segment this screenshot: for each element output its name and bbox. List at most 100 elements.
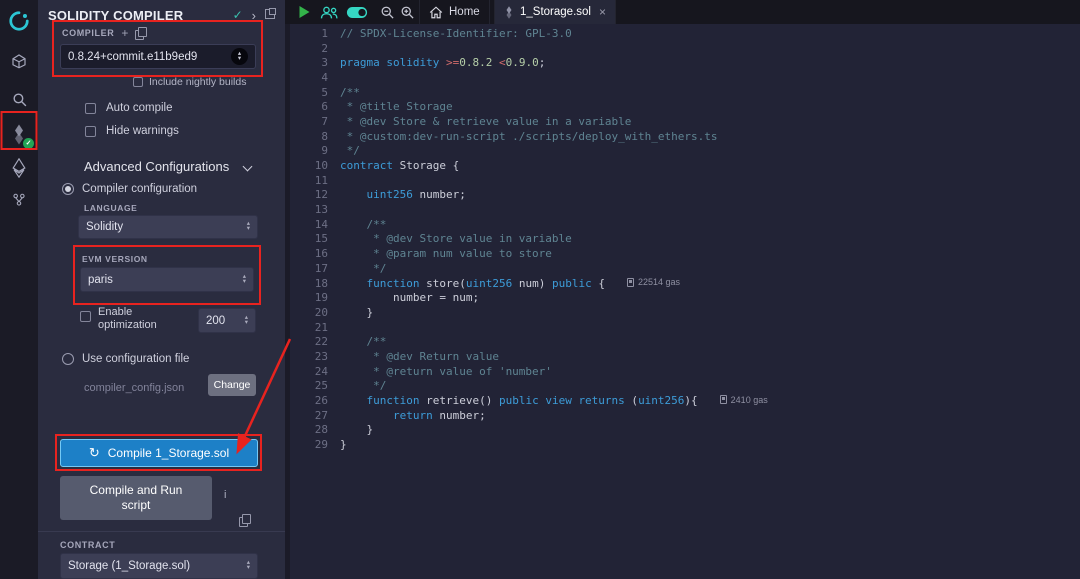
code-line[interactable]: 25 */ <box>290 379 1080 394</box>
enable-optimization-label: Enable optimization <box>98 306 184 332</box>
code-line[interactable]: 13 <box>290 202 1080 217</box>
pin-panel-icon[interactable] <box>265 6 275 24</box>
auto-compile-row: Auto compile <box>85 102 172 114</box>
line-number: 17 <box>290 262 340 275</box>
check-icon: ✓ <box>233 8 243 22</box>
stepper-icon: ▴▾ <box>247 561 250 570</box>
code-line[interactable]: 11 <box>290 173 1080 188</box>
code-line[interactable]: 27 return number; <box>290 408 1080 423</box>
tab-home[interactable]: Home <box>419 0 490 24</box>
copy-script-icon[interactable] <box>239 514 250 526</box>
chevron-right-icon[interactable]: › <box>252 8 256 23</box>
workspace-icon[interactable] <box>0 46 38 76</box>
refresh-icon: ↻ <box>89 445 100 461</box>
nightly-builds-row: Include nightly builds <box>133 76 246 88</box>
close-tab-icon[interactable]: × <box>599 5 606 19</box>
code-line[interactable]: 21 <box>290 320 1080 335</box>
code-line[interactable]: 10contract Storage { <box>290 158 1080 173</box>
chevron-down-icon[interactable] <box>243 162 253 172</box>
line-number: 23 <box>290 350 340 363</box>
contract-value: Storage (1_Storage.sol) <box>68 560 247 572</box>
code-line[interactable]: 1// SPDX-License-Identifier: GPL-3.0 <box>290 26 1080 41</box>
zoom-in-icon[interactable] <box>397 0 417 24</box>
toggle-icon[interactable] <box>344 0 370 24</box>
advanced-configurations-title[interactable]: Advanced Configurations <box>84 159 229 174</box>
line-number: 13 <box>290 203 340 216</box>
line-number: 20 <box>290 306 340 319</box>
code-line[interactable]: 3pragma solidity >=0.8.2 <0.9.0; <box>290 55 1080 70</box>
optimization-runs-stepper[interactable]: 200 ▴▾ <box>198 308 256 333</box>
hide-warnings-label: Hide warnings <box>106 125 179 137</box>
gas-pump-icon <box>720 395 727 404</box>
code-line[interactable]: 17 */ <box>290 261 1080 276</box>
code-line[interactable]: 7 * @dev Store & retrieve value in a var… <box>290 114 1080 129</box>
include-nightly-checkbox[interactable] <box>133 77 143 87</box>
compiler-configuration-radio[interactable] <box>62 183 74 195</box>
zoom-out-icon[interactable] <box>377 0 397 24</box>
line-number: 12 <box>290 188 340 201</box>
line-number: 27 <box>290 409 340 422</box>
use-configuration-file-row: Use configuration file <box>62 353 189 365</box>
tab-1-storage-sol[interactable]: 1_Storage.sol × <box>494 0 616 24</box>
copy-version-icon[interactable] <box>135 27 146 39</box>
code-line[interactable]: 12 uint256 number; <box>290 188 1080 203</box>
deploy-run-icon[interactable] <box>0 153 38 183</box>
stepper-icon: ▴▾ <box>245 316 248 325</box>
code-line[interactable]: 29} <box>290 437 1080 452</box>
code-line[interactable]: 19 number = num; <box>290 290 1080 305</box>
code-line[interactable]: 2 <box>290 41 1080 56</box>
evm-version-value: paris <box>88 274 243 286</box>
code-line[interactable]: 22 /** <box>290 334 1080 349</box>
language-select[interactable]: Solidity ▴▾ <box>78 215 258 239</box>
run-script-icon[interactable] <box>295 0 313 24</box>
enable-optimization-checkbox[interactable] <box>80 311 91 322</box>
code-line[interactable]: 18 function store(uint256 num) public {2… <box>290 276 1080 291</box>
code-line[interactable]: 20 } <box>290 305 1080 320</box>
hide-warnings-checkbox[interactable] <box>85 126 96 137</box>
version-stepper-icon[interactable]: ▴▾ <box>231 48 248 65</box>
solidity-compiler-icon[interactable]: ✓ <box>0 119 38 149</box>
code-line[interactable]: 16 * @param num value to store <box>290 246 1080 261</box>
compiler-version-select[interactable]: 0.8.24+commit.e11b9ed9 ▴▾ <box>60 44 256 69</box>
line-number: 16 <box>290 247 340 260</box>
use-configuration-file-label: Use configuration file <box>82 353 189 365</box>
code-line[interactable]: 26 function retrieve() public view retur… <box>290 393 1080 408</box>
users-icon[interactable] <box>317 0 341 24</box>
line-number: 11 <box>290 174 340 187</box>
evm-version-select[interactable]: paris ▴▾ <box>80 267 254 292</box>
plugin-manager-icon[interactable] <box>0 185 38 215</box>
compile-and-run-button[interactable]: Compile and Run script <box>60 476 212 520</box>
code-line[interactable]: 15 * @dev Store value in variable <box>290 232 1080 247</box>
info-icon[interactable]: i <box>224 489 226 501</box>
gas-estimate-badge: 2410 gas <box>720 395 768 405</box>
gas-estimate-badge: 22514 gas <box>627 277 680 287</box>
code-editor[interactable]: 1// SPDX-License-Identifier: GPL-3.023pr… <box>285 24 1080 579</box>
evm-version-label: EVM VERSION <box>82 254 148 264</box>
remix-ide-window: ✓ SOLIDITY COMPILER ✓ › COMPILER + 0.8.2… <box>0 0 1080 579</box>
code-line[interactable]: 9 */ <box>290 144 1080 159</box>
code-line[interactable]: 5/** <box>290 85 1080 100</box>
stepper-icon: ▴▾ <box>243 275 246 284</box>
code-line[interactable]: 23 * @dev Return value <box>290 349 1080 364</box>
line-number: 26 <box>290 394 340 407</box>
editor-top-bar: Home 1_Storage.sol × <box>285 0 1080 24</box>
auto-compile-checkbox[interactable] <box>85 103 96 114</box>
compile-button[interactable]: ↻ Compile 1_Storage.sol <box>60 439 258 467</box>
language-value: Solidity <box>86 221 247 233</box>
change-config-button[interactable]: Change <box>208 374 256 396</box>
code-line[interactable]: 28 } <box>290 423 1080 438</box>
line-number: 15 <box>290 232 340 245</box>
contract-select[interactable]: Storage (1_Storage.sol) ▴▾ <box>60 553 258 579</box>
code-line[interactable]: 4 <box>290 70 1080 85</box>
line-number: 29 <box>290 438 340 451</box>
code-line[interactable]: 14 /** <box>290 217 1080 232</box>
use-configuration-file-radio[interactable] <box>62 353 74 365</box>
code-line[interactable]: 8 * @custom:dev-run-script ./scripts/dep… <box>290 129 1080 144</box>
code-line[interactable]: 24 * @return value of 'number' <box>290 364 1080 379</box>
add-compiler-icon[interactable]: + <box>121 28 128 38</box>
auto-compile-label: Auto compile <box>106 102 172 114</box>
remix-logo-icon[interactable] <box>0 6 38 36</box>
code-line[interactable]: 6 * @title Storage <box>290 99 1080 114</box>
search-icon[interactable] <box>0 84 38 114</box>
optimization-runs-value: 200 <box>206 315 245 327</box>
